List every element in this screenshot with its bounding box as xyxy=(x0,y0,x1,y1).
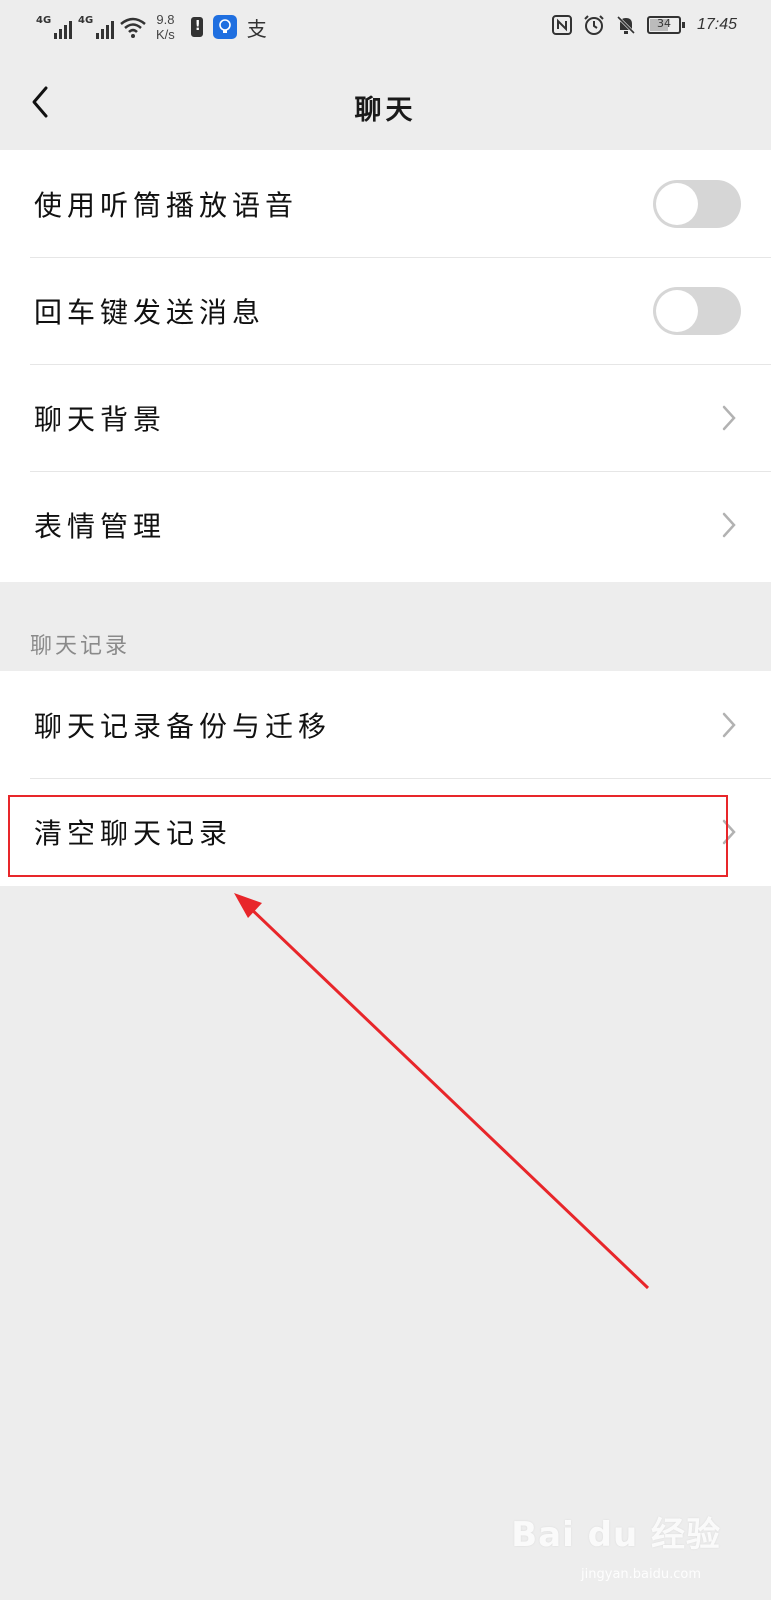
speed-unit: K/s xyxy=(156,27,175,42)
wifi-icon xyxy=(120,17,146,38)
network-speed: 9.8 K/s xyxy=(156,12,175,42)
navigation-bar: 聊天 xyxy=(0,58,771,150)
mute-icon xyxy=(616,15,636,35)
status-time: 17:45 xyxy=(696,16,737,33)
chat-settings-group: 使用听筒播放语音 回车键发送消息 聊天背景 表情管理 xyxy=(0,150,771,582)
battery-warning-icon xyxy=(190,17,203,37)
signal-1-label: 4G xyxy=(36,15,52,26)
nfc-icon xyxy=(551,15,572,35)
signal-icon: 4G xyxy=(36,15,72,39)
chevron-right-icon xyxy=(722,405,736,430)
chevron-right-icon xyxy=(722,512,736,537)
setting-row-chat-background[interactable]: 聊天背景 xyxy=(0,364,771,471)
alarm-icon xyxy=(584,15,604,35)
setting-label: 表情管理 xyxy=(34,509,167,543)
status-bar: 4G 4G 9.8 K/s 支 xyxy=(0,0,771,58)
signal-icon: 4G xyxy=(78,15,114,39)
setting-row-enter-send[interactable]: 回车键发送消息 xyxy=(0,257,771,364)
setting-row-earpiece[interactable]: 使用听筒播放语音 xyxy=(0,150,771,257)
setting-label: 聊天背景 xyxy=(34,402,167,436)
enter-send-toggle[interactable] xyxy=(653,286,741,335)
watermark-logo: Bai du 经验 xyxy=(511,1515,721,1555)
setting-label: 聊天记录备份与迁移 xyxy=(34,709,332,743)
speed-value: 9.8 xyxy=(156,12,175,27)
watermark-url: jingyan.baidu.com xyxy=(581,1567,701,1582)
setting-label: 回车键发送消息 xyxy=(34,295,266,329)
toggle-knob xyxy=(656,182,698,225)
battery-icon: 34 xyxy=(646,16,685,34)
page-title: 聊天 xyxy=(354,95,417,126)
battery-level: 34 xyxy=(656,17,671,30)
setting-label: 使用听筒播放语音 xyxy=(34,188,299,222)
section-header-chat-history: 聊天记录 xyxy=(30,634,131,659)
setting-row-sticker-management[interactable]: 表情管理 xyxy=(0,471,771,578)
chevron-right-icon xyxy=(722,712,736,737)
setting-row-backup-migrate[interactable]: 聊天记录备份与迁移 xyxy=(0,671,771,778)
earpiece-toggle[interactable] xyxy=(653,179,741,228)
alipay-icon: 支 xyxy=(246,16,267,41)
signal-2-label: 4G xyxy=(78,15,94,26)
bulb-app-icon xyxy=(212,15,237,39)
toggle-knob xyxy=(656,289,698,332)
highlight-box xyxy=(8,795,728,877)
